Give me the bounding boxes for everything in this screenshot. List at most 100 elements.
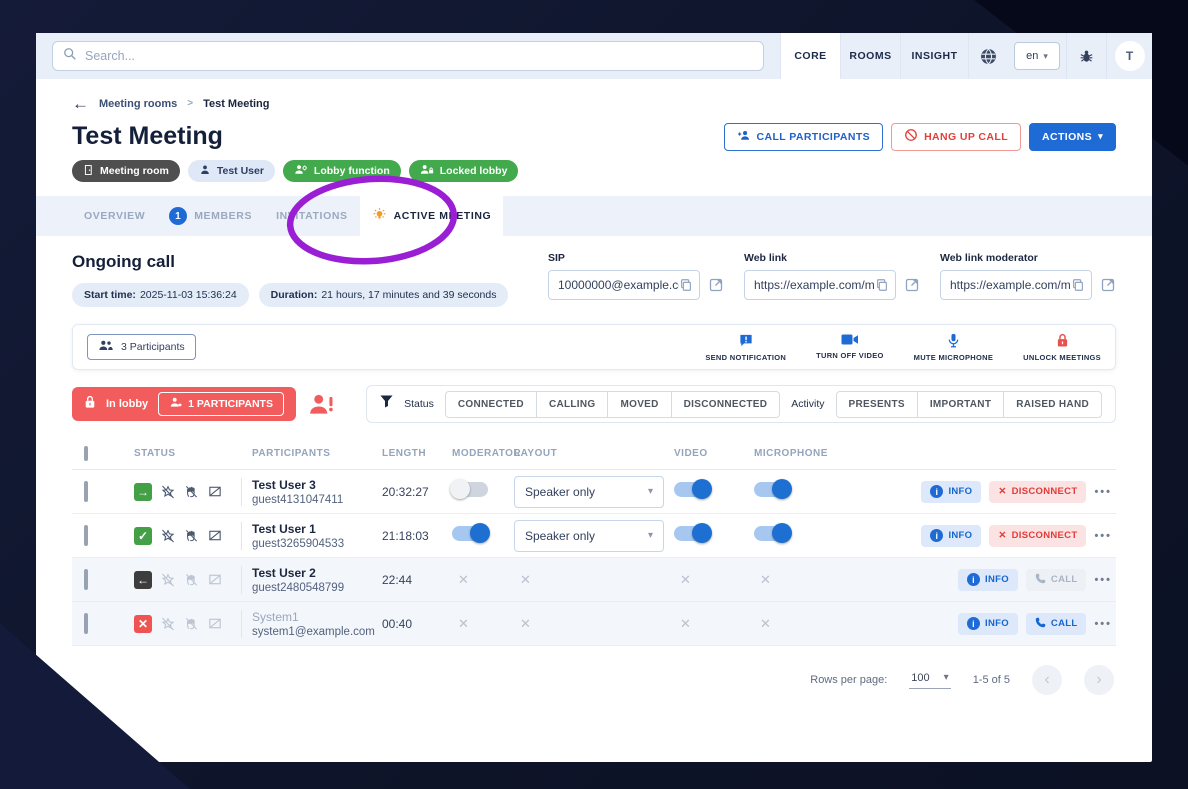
start-time-label: Start time: [84, 289, 136, 301]
select-all-checkbox[interactable] [84, 446, 88, 461]
hang-up-call-button[interactable]: HANG UP CALL [891, 123, 1021, 151]
sip-value-box[interactable]: 10000000@example.com [548, 270, 700, 300]
chevron-down-icon: ▾ [1043, 51, 1048, 62]
open-external-icon[interactable] [904, 277, 920, 293]
notification-icon [738, 333, 754, 350]
participant-name: Test User 3 [252, 478, 382, 492]
filter-disconnected[interactable]: DISCONNECTED [671, 391, 781, 418]
lock-icon [1056, 333, 1069, 350]
col-video: VIDEO [674, 448, 754, 459]
copy-icon[interactable] [1071, 278, 1085, 292]
tool-label: TURN OFF VIDEO [816, 351, 884, 360]
call-button[interactable]: CALL [1026, 613, 1087, 635]
call-participants-button[interactable]: CALL PARTICIPANTS [724, 123, 884, 151]
participant-name: Test User 2 [252, 566, 382, 580]
more-menu-button[interactable]: ••• [1094, 574, 1112, 586]
participant-id: guest4131047411 [252, 494, 382, 506]
phone-icon [1035, 573, 1046, 587]
more-menu-button[interactable]: ••• [1094, 530, 1112, 542]
layout-select[interactable]: Speaker only ▾ [514, 520, 664, 552]
rows-per-page-select[interactable]: 100 ▾ [909, 672, 950, 689]
layout-value: Speaker only [525, 485, 595, 499]
avatar[interactable]: T [1115, 41, 1145, 71]
badge-label: Test User [217, 165, 264, 177]
turn-off-video-button[interactable]: TURN OFF VIDEO [816, 333, 884, 362]
tab-invitations[interactable]: INVITATIONS [264, 196, 360, 236]
search-input[interactable] [85, 49, 753, 63]
lobby-participants-button[interactable]: 1 PARTICIPANTS [158, 392, 284, 416]
mute-microphone-button[interactable]: MUTE MICROPHONE [914, 333, 994, 362]
screen-crossed-icon [207, 616, 223, 631]
microphone-toggle[interactable] [754, 482, 790, 497]
next-page-button[interactable]: › [1084, 665, 1114, 695]
x-icon: ✕ [998, 530, 1006, 541]
filter-important[interactable]: IMPORTANT [917, 391, 1004, 418]
globe-icon[interactable] [968, 33, 1008, 79]
microphone-toggle[interactable] [754, 526, 790, 541]
call-label: CALL [1051, 574, 1078, 585]
filter-moved[interactable]: MOVED [607, 391, 671, 418]
row-checkbox[interactable] [84, 481, 88, 502]
copy-icon[interactable] [679, 278, 693, 292]
language-selector[interactable]: en ▾ [1008, 33, 1066, 79]
moderator-toggle[interactable] [452, 526, 488, 541]
badge-label: Meeting room [100, 165, 169, 177]
filter-calling[interactable]: CALLING [536, 391, 609, 418]
chevron-down-icon: ▾ [648, 486, 653, 497]
row-checkbox[interactable] [84, 613, 88, 634]
ongoing-call-title: Ongoing call [72, 252, 508, 272]
open-external-icon[interactable] [1100, 277, 1116, 293]
weblink-moderator-value-box[interactable]: https://example.com/mee [940, 270, 1092, 300]
open-external-icon[interactable] [708, 277, 724, 293]
lobby-filter-row: In lobby 1 PARTICIPANTS Status [72, 385, 1116, 423]
info-button[interactable]: iINFO [958, 569, 1018, 591]
tab-label: INVITATIONS [276, 210, 348, 222]
tab-members[interactable]: 1 MEMBERS [157, 196, 264, 236]
in-lobby-panel[interactable]: In lobby 1 PARTICIPANTS [72, 387, 296, 421]
weblink-moderator-field: Web link moderator https://example.com/m… [940, 252, 1116, 300]
copy-icon[interactable] [875, 278, 889, 292]
nav-item-rooms[interactable]: ROOMS [840, 33, 900, 79]
info-button[interactable]: iINFO [921, 481, 981, 503]
breadcrumb-parent[interactable]: Meeting rooms [99, 98, 177, 110]
bug-report-icon[interactable] [1066, 33, 1106, 79]
more-menu-button[interactable]: ••• [1094, 618, 1112, 630]
weblink-value-box[interactable]: https://example.com/mee [744, 270, 896, 300]
video-toggle[interactable] [674, 482, 710, 497]
actions-button[interactable]: ACTIONS ▾ [1029, 123, 1116, 151]
back-arrow-icon[interactable]: ← [72, 95, 89, 112]
unlock-meetings-button[interactable]: UNLOCK MEETINGS [1023, 333, 1101, 362]
page-head: ← Meeting rooms > Test Meeting Test Meet… [36, 95, 1152, 182]
filter-raised-hand[interactable]: RAISED HAND [1003, 391, 1102, 418]
previous-page-button[interactable]: ‹ [1032, 665, 1062, 695]
disconnect-button[interactable]: ✕DISCONNECT [989, 525, 1086, 547]
more-menu-button[interactable]: ••• [1094, 486, 1112, 498]
nav-item-insight[interactable]: INSIGHT [900, 33, 968, 79]
info-button[interactable]: iINFO [958, 613, 1018, 635]
filter-connected[interactable]: CONNECTED [445, 391, 537, 418]
info-label: INFO [948, 486, 972, 497]
duration-value: 21 hours, 17 minutes and 39 seconds [321, 289, 496, 301]
layout-select[interactable]: Speaker only ▾ [514, 476, 664, 508]
status-filter-label: Status [404, 398, 434, 410]
status-entered-icon: → [134, 483, 152, 501]
row-checkbox[interactable] [84, 569, 88, 590]
info-label: INFO [985, 574, 1009, 585]
participant-id: guest3265904533 [252, 538, 382, 550]
filter-presents[interactable]: PRESENTS [836, 391, 918, 418]
col-moderator: MODERATOR [452, 448, 514, 459]
person-lock-icon [420, 163, 434, 179]
moderator-toggle[interactable] [452, 482, 488, 497]
video-toggle[interactable] [674, 526, 710, 541]
participants-count-button[interactable]: 3 Participants [87, 334, 196, 360]
search-box[interactable] [52, 41, 764, 71]
disconnect-button[interactable]: ✕DISCONNECT [989, 481, 1086, 503]
nav-item-core[interactable]: CORE [780, 33, 840, 79]
info-button[interactable]: iINFO [921, 525, 981, 547]
tab-active-meeting[interactable]: ACTIVE MEETING [360, 196, 504, 236]
person-gear-icon [294, 163, 308, 179]
row-checkbox[interactable] [84, 525, 88, 546]
not-available-mark: ✕ [452, 572, 469, 587]
tab-overview[interactable]: OVERVIEW [72, 196, 157, 236]
send-notification-button[interactable]: SEND NOTIFICATION [705, 333, 786, 362]
